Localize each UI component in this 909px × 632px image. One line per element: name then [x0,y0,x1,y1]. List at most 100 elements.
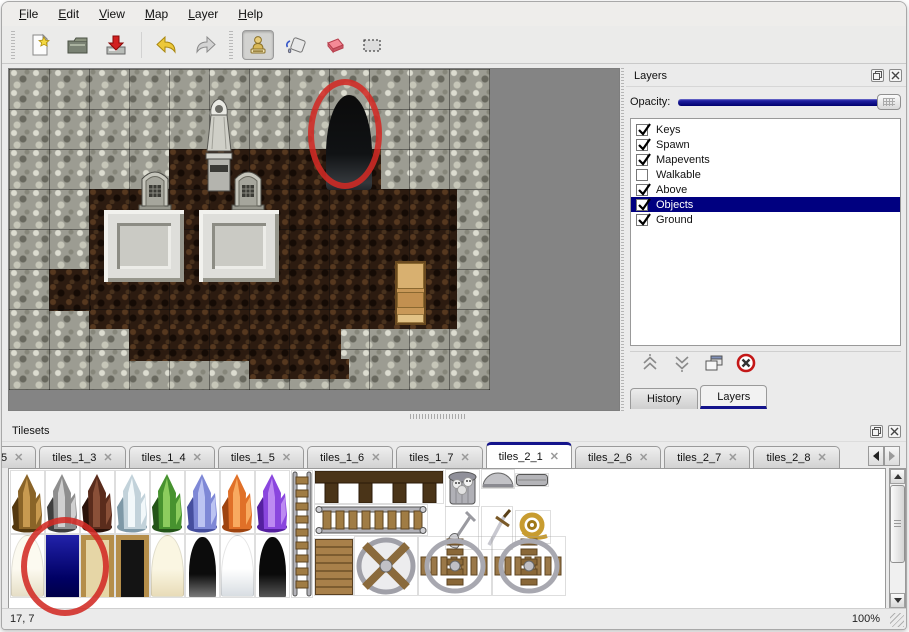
tab-close-icon[interactable]: ✕ [818,451,827,464]
tile-tile-cave-mouth[interactable] [256,535,289,597]
tile-crystal-ice[interactable] [116,471,149,533]
menu-file[interactable]: File [10,4,47,24]
tile-tile-door-frame[interactable] [81,535,114,597]
tileset-content[interactable] [8,468,886,609]
tileset-tab-tiles_1_5[interactable]: tiles_1_5✕ [218,446,304,468]
tile-tile-ghost-arch[interactable] [11,535,44,597]
layer-checkbox[interactable] [636,154,648,166]
tab-close-icon[interactable]: ✕ [639,451,648,464]
platform-left[interactable] [104,210,184,282]
menu-edit[interactable]: Edit [49,4,88,24]
tab-close-icon[interactable]: ✕ [282,451,291,464]
tileset-tab-tiles_2_8[interactable]: tiles_2_8✕ [753,446,839,468]
tileset-tab-tiles_1_3[interactable]: tiles_1_3✕ [39,446,125,468]
tile-rail-horizontal[interactable] [315,505,427,535]
select-tool-button[interactable] [356,30,388,60]
opacity-slider[interactable] [678,94,901,110]
map-canvas[interactable] [9,69,490,390]
tile-crystal-orange[interactable] [221,471,254,533]
float-tilesets-button[interactable] [870,425,883,438]
tileset-tab-tiles_2_7[interactable]: tiles_2_7✕ [664,446,750,468]
tileset-tab-5[interactable]: 5✕ [2,446,36,468]
layer-row-walkable[interactable]: Walkable [631,167,900,182]
save-file-button[interactable] [100,30,132,60]
layer-checkbox[interactable] [636,124,648,136]
scroll-down-button[interactable] [890,593,905,608]
horizontal-splitter[interactable] [2,411,906,421]
tileset-tab-tiles_1_7[interactable]: tiles_1_7✕ [396,446,482,468]
tab-layers[interactable]: Layers [700,385,767,409]
map-view[interactable] [8,68,620,411]
tab-history[interactable]: History [630,388,698,409]
new-file-button[interactable] [24,30,56,60]
tile-crystal-green[interactable] [151,471,184,533]
tab-close-icon[interactable]: ✕ [550,450,559,463]
tab-close-icon[interactable]: ✕ [14,451,23,464]
tileset-tab-tiles_1_4[interactable]: tiles_1_4✕ [129,446,215,468]
tombstone-right[interactable] [230,164,266,211]
menu-view[interactable]: View [90,4,134,24]
tile-tile-arch-cream[interactable] [151,535,184,597]
layer-row-ground[interactable]: Ground [631,212,900,227]
tile-crystal-gold[interactable] [11,471,44,533]
tile-wood-beams[interactable] [315,471,443,503]
tile-rail-vertical[interactable] [292,471,312,597]
layer-checkbox[interactable] [636,214,648,226]
close-tilesets-button[interactable] [888,425,901,438]
resize-grip[interactable] [890,613,904,627]
stamp-tool-button[interactable] [242,30,274,60]
move-layer-up-button[interactable] [640,356,660,376]
scroll-tabs-right-button[interactable] [884,446,900,466]
layer-row-above[interactable]: Above [631,182,900,197]
splitter-grip[interactable] [410,414,466,419]
cave-entrance[interactable] [326,95,372,190]
tab-close-icon[interactable]: ✕ [371,451,380,464]
delete-layer-button[interactable] [736,356,756,376]
tile-crystal-purple[interactable] [256,471,289,533]
tile-stone-beam[interactable] [516,474,548,486]
opacity-slider-track[interactable] [678,99,901,106]
tileset-tab-tiles_2_6[interactable]: tiles_2_6✕ [575,446,661,468]
undo-button[interactable] [151,30,183,60]
toolbar-grip[interactable] [228,31,235,59]
menu-help[interactable]: Help [229,4,272,24]
eraser-tool-button[interactable] [318,30,350,60]
tab-close-icon[interactable]: ✕ [193,451,202,464]
tile-rail-junction-right[interactable] [493,537,565,595]
tab-close-icon[interactable]: ✕ [460,451,469,464]
tile-crystal-umber[interactable] [81,471,114,533]
menu-layer[interactable]: Layer [179,4,227,24]
tile-crystal-blue[interactable] [186,471,219,533]
tileset-tab-tiles_1_6[interactable]: tiles_1_6✕ [307,446,393,468]
float-panel-button[interactable] [871,69,884,82]
tile-rail-turntable[interactable] [355,537,417,595]
layer-row-mapevents[interactable]: Mapevents [631,152,900,167]
layer-row-keys[interactable]: Keys [631,122,900,137]
tile-skull-barrel[interactable] [446,470,479,506]
close-panel-button[interactable] [889,69,902,82]
tileset-tab-tiles_2_1[interactable]: tiles_2_1✕ [486,442,572,468]
tab-close-icon[interactable]: ✕ [728,451,737,464]
toolbar-grip[interactable] [10,31,17,59]
tile-tile-door-dark[interactable] [116,535,149,597]
tile-wood-planks[interactable] [315,539,353,595]
layer-row-spawn[interactable]: Spawn [631,137,900,152]
tile-crystal-silver[interactable] [46,471,79,533]
opacity-slider-handle[interactable] [877,94,901,110]
tile-tile-selected-navy[interactable] [46,535,79,597]
menu-map[interactable]: Map [136,4,177,24]
scroll-tabs-left-button[interactable] [868,446,884,466]
crate[interactable] [395,261,426,325]
layer-row-objects[interactable]: Objects [631,197,900,212]
layer-checkbox[interactable] [636,139,648,151]
redo-button[interactable] [189,30,221,60]
scroll-up-button[interactable] [890,469,905,484]
layer-checkbox[interactable] [636,169,648,181]
duplicate-layer-button[interactable] [704,356,724,376]
open-file-button[interactable] [62,30,94,60]
tileset-vertical-scrollbar[interactable] [889,468,906,609]
tab-close-icon[interactable]: ✕ [103,451,112,464]
tile-tile-arch-black[interactable] [186,535,219,597]
layer-checkbox[interactable] [636,184,648,196]
fill-tool-button[interactable] [280,30,312,60]
